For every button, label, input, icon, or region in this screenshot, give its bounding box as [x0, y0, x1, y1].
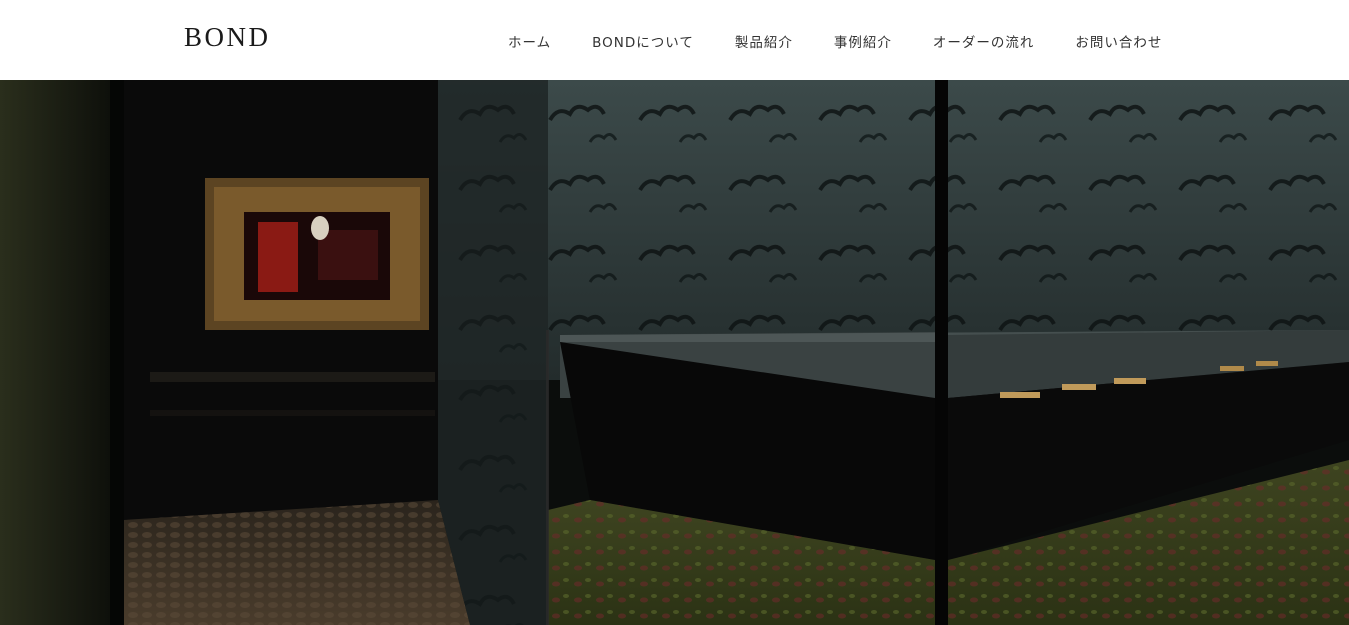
nav-item-about[interactable]: BONDについて	[592, 31, 694, 51]
site-logo[interactable]: BOND	[184, 22, 271, 53]
nav-item-products[interactable]: 製品紹介	[735, 31, 793, 51]
nav-item-home[interactable]: ホーム	[508, 31, 551, 51]
hero-photo	[0, 80, 1349, 625]
nav-item-cases[interactable]: 事例紹介	[834, 31, 892, 51]
nav-item-order-flow[interactable]: オーダーの流れ	[933, 31, 1035, 51]
hero-image	[0, 80, 1349, 625]
site-header: BOND ホーム BONDについて 製品紹介 事例紹介 オーダーの流れ お問い合…	[0, 0, 1349, 80]
main-nav: ホーム BONDについて 製品紹介 事例紹介 オーダーの流れ お問い合わせ	[508, 31, 1162, 51]
nav-item-contact[interactable]: お問い合わせ	[1075, 31, 1162, 51]
